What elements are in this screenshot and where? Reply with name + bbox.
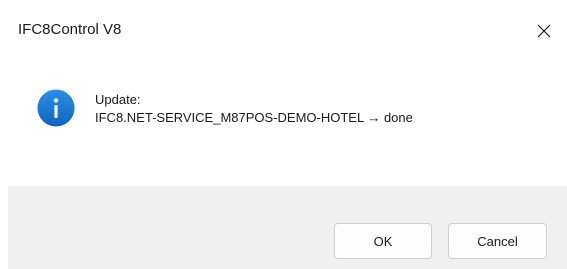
message-line-1: Update: xyxy=(95,92,141,107)
message-content: Update: IFC8.NET-SERVICE_M87POS-DEMO-HOT… xyxy=(8,53,567,186)
screen: IFC8Control V8 Update: IFC8.NET-SERVICE_… xyxy=(0,0,567,269)
cancel-button[interactable]: Cancel xyxy=(448,223,547,259)
message-box-dialog: IFC8Control V8 Update: IFC8.NET-SERVICE_… xyxy=(8,8,567,269)
info-icon xyxy=(37,89,75,127)
title-bar[interactable]: IFC8Control V8 xyxy=(8,8,567,53)
close-button[interactable] xyxy=(521,8,567,53)
button-bar: OK Cancel xyxy=(8,186,567,269)
window-title: IFC8Control V8 xyxy=(18,21,122,38)
message-text: Update: IFC8.NET-SERVICE_M87POS-DEMO-HOT… xyxy=(95,91,413,127)
ok-button[interactable]: OK xyxy=(334,223,432,259)
message-line-2: IFC8.NET-SERVICE_M87POS-DEMO-HOTEL → don… xyxy=(95,110,413,125)
close-icon xyxy=(537,24,551,37)
